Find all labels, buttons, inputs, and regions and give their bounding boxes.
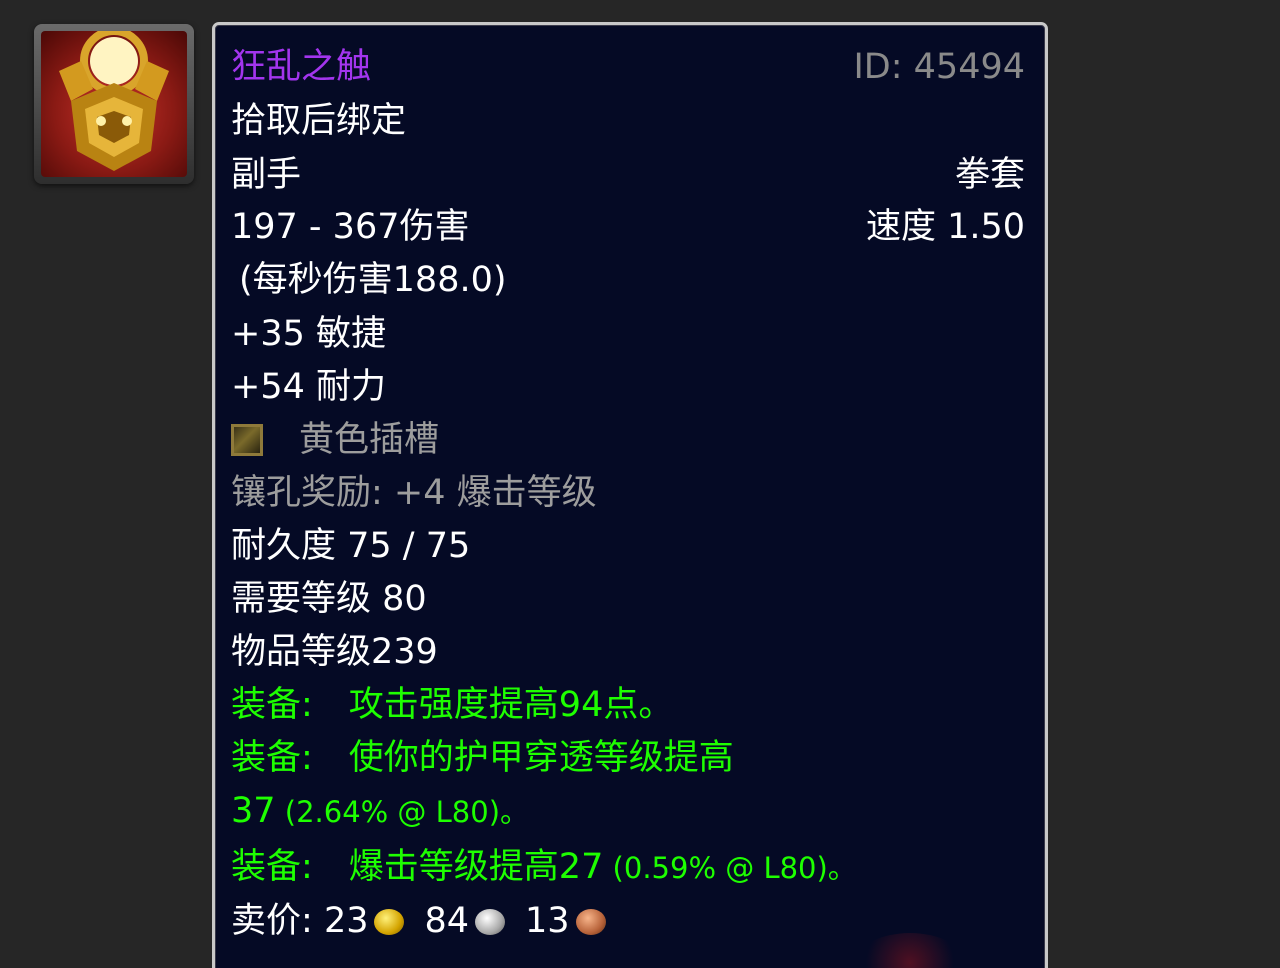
stat-stamina: +54 耐力 bbox=[231, 367, 386, 407]
item-type: 拳套 bbox=[954, 155, 1025, 195]
equip-effect-crit: 装备: 爆击等级提高27 (0.59% @ L80)。 bbox=[231, 845, 857, 890]
item-tooltip: 狂乱之触 ID: 45494 拾取后绑定 副手 拳套 197 - 367伤害 速… bbox=[212, 22, 1048, 968]
bind-type: 拾取后绑定 bbox=[231, 101, 407, 141]
equip-prefix: 装备: bbox=[231, 738, 313, 778]
item-name: 狂乱之触 bbox=[231, 47, 372, 87]
equip-prefix: 装备: bbox=[231, 685, 313, 725]
required-level: 需要等级 80 bbox=[231, 579, 427, 619]
damage-per-second: (每秒伤害188.0) bbox=[239, 260, 507, 300]
equip-effect-armor-penetration: 装备: 使你的护甲穿透等级提高 bbox=[231, 736, 734, 780]
sell-price-label: 卖价: bbox=[231, 901, 313, 941]
sell-price: 卖价: 23 84 13 bbox=[231, 899, 626, 943]
yellow-socket-icon bbox=[231, 424, 263, 456]
equip-text: 使你的护甲穿透等级提高 bbox=[348, 738, 734, 778]
equip-text: 爆击等级提高27 bbox=[348, 847, 604, 887]
damage-range: 197 - 367伤害 bbox=[231, 207, 470, 247]
silver-amount: 84 bbox=[424, 901, 470, 941]
copper-amount: 13 bbox=[525, 901, 570, 941]
socket-row: 黄色插槽 bbox=[231, 418, 439, 462]
socket-bonus: 镶孔奖励: +4 爆击等级 bbox=[231, 473, 597, 513]
item-tooltip-screen: 狂乱之触 ID: 45494 拾取后绑定 副手 拳套 197 - 367伤害 速… bbox=[0, 0, 1280, 968]
gold-amount: 23 bbox=[323, 901, 369, 941]
equip-text: 攻击强度提高94点。 bbox=[348, 685, 674, 725]
gauntlet-item-icon bbox=[41, 31, 187, 177]
background-blur bbox=[855, 933, 965, 968]
equip-detail: (0.59% @ L80)。 bbox=[603, 851, 857, 885]
socket-label: 黄色插槽 bbox=[299, 420, 440, 460]
durability: 耐久度 75 / 75 bbox=[231, 526, 471, 566]
equip-detail: (2.64% @ L80)。 bbox=[275, 795, 530, 829]
copper-coin-icon bbox=[575, 909, 606, 935]
item-level: 物品等级239 bbox=[231, 632, 438, 672]
weapon-speed: 速度 1.50 bbox=[865, 207, 1025, 247]
silver-coin-icon bbox=[475, 909, 506, 935]
stat-agility: +35 敏捷 bbox=[231, 314, 386, 354]
equip-prefix: 装备: bbox=[231, 847, 313, 887]
gauntlet-item-icon bbox=[59, 31, 169, 171]
equip-effect-attack-power: 装备: 攻击强度提高94点。 bbox=[231, 683, 673, 727]
equip-text: 37 bbox=[231, 791, 276, 831]
item-id: ID: 45494 bbox=[853, 47, 1025, 87]
gold-coin-icon bbox=[374, 909, 405, 935]
equip-effect-armor-penetration-value: 37 (2.64% @ L80)。 bbox=[231, 789, 529, 834]
item-slot: 副手 bbox=[231, 155, 302, 195]
item-icon-frame[interactable] bbox=[34, 24, 194, 184]
